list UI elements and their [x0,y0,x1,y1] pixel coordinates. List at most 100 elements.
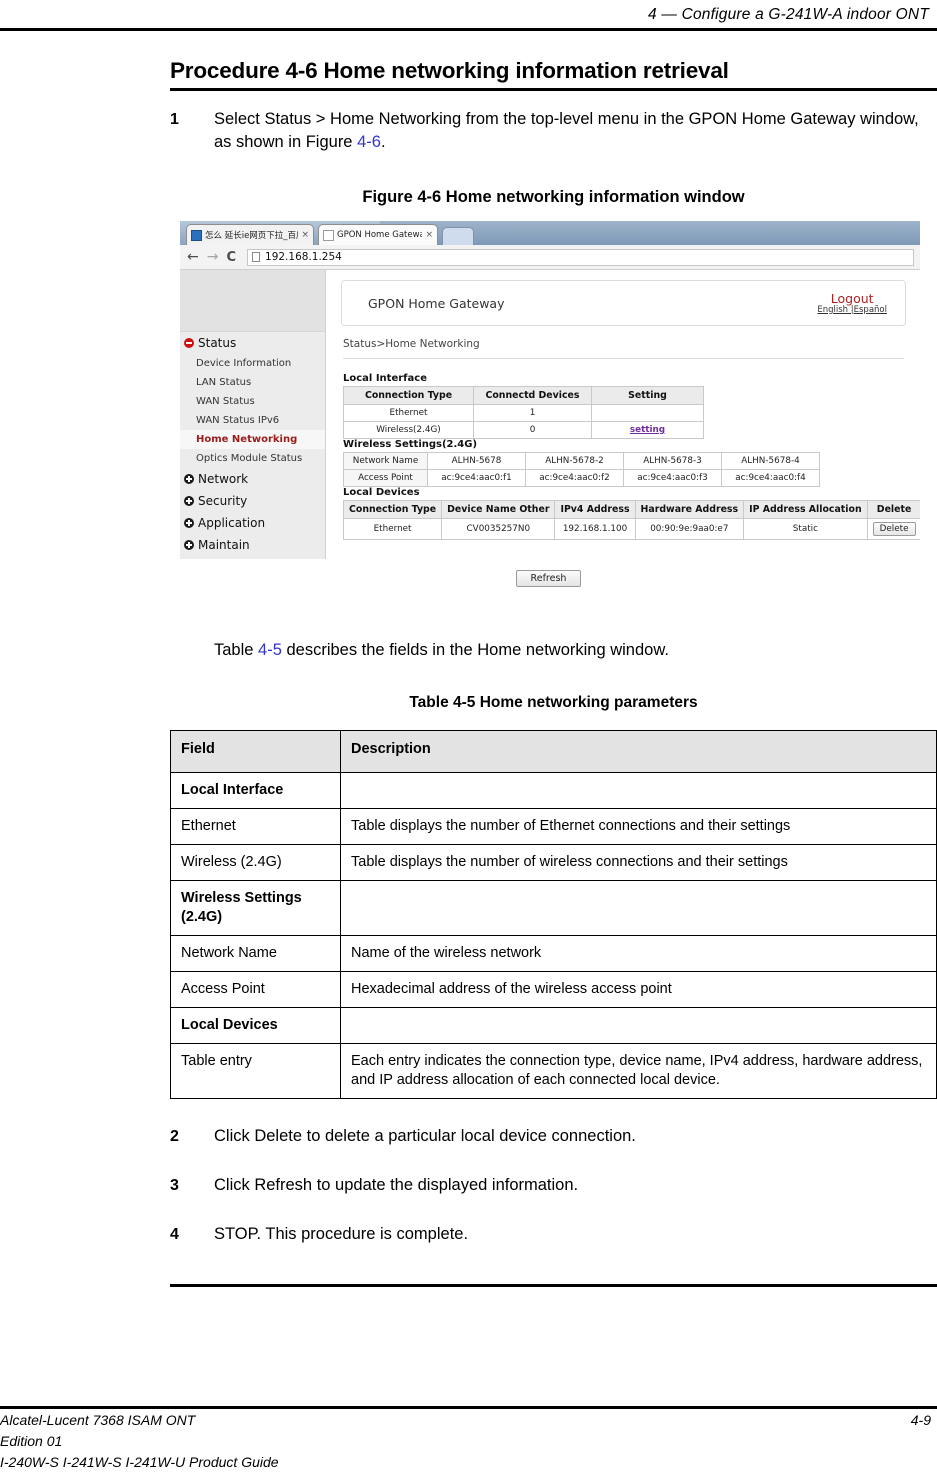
lead-after: describes the fields in the Home network… [281,641,669,659]
logout-link[interactable]: Logout [817,291,887,306]
sidebar-item-label: WAN Status [196,396,255,407]
table-row: Wireless(2.4G) 0 setting [343,421,704,439]
gateway-header-actions: Logout English |Español [817,291,891,315]
row-label-access-point: Access Point [343,469,428,487]
sidebar-item-wan-status-ipv6[interactable]: WAN Status IPv6 [180,411,325,430]
sidebar-item-application[interactable]: Application [180,512,325,534]
col-delete: Delete [866,500,920,519]
cell-field: Local Interface [170,772,341,809]
sidebar-item-label: Home Networking [196,434,298,445]
col-hardware-address: Hardware Address [634,500,745,519]
refresh-button[interactable]: Refresh [515,570,582,587]
footer-product: Alcatel-Lucent 7368 ISAM ONT [0,1412,196,1428]
sidebar-item-wan-status[interactable]: WAN Status [180,392,325,411]
sidebar-item-label: Application [198,516,266,530]
page-document-icon [252,252,261,262]
cell-ssid-2: ALHN-5678-2 [525,452,624,470]
wireless-settings-title: Wireless Settings(2.4G) [343,439,478,450]
wireless-settings-table: Network Name ALHN-5678 ALHN-5678-2 ALHN-… [343,452,820,487]
footer-rule [0,1406,937,1409]
cell-description: Name of the wireless network [340,935,937,972]
tab-close-icon[interactable]: × [425,230,433,240]
sidebar-item-maintain[interactable]: Maintain [180,534,325,556]
cell-field: Table entry [170,1043,341,1099]
table-lead-line: Table 4-5 describes the fields in the Ho… [214,641,937,660]
cell-ssid-4: ALHN-5678-4 [721,452,820,470]
running-header: 4 — Configure a G-241W-A indoor ONT [0,0,937,30]
sidebar-item-label: WAN Status IPv6 [196,415,280,426]
cell-field: Wireless Settings (2.4G) [170,880,341,936]
col-connection-type: Connection Type [343,386,474,405]
step-4-text: STOP. This procedure is complete. [214,1225,469,1243]
minus-circle-icon [184,338,194,348]
cell-setting: setting [591,421,704,439]
tab-close-icon[interactable]: × [301,230,309,240]
cell-ipv4: 192.168.1.100 [554,518,636,540]
plus-circle-icon [184,540,194,550]
page-number: 4-9 [910,1412,931,1428]
cell-description [340,880,937,936]
sidebar-item-home-networking[interactable]: Home Networking [180,430,325,449]
browser-tab-2-label: GPON Home Gateway [337,230,423,240]
row-label-network-name: Network Name [343,452,428,470]
forward-arrow-icon[interactable]: → [207,250,219,264]
new-tab-button[interactable] [442,227,474,245]
refresh-row: Refresh [341,566,906,587]
gateway-title: GPON Home Gateway [368,295,505,311]
sidebar-item-label: LAN Status [196,377,252,388]
plus-circle-icon [184,518,194,528]
cell-bssid-3: ac:9ce4:aac0:f3 [623,469,722,487]
sidebar-item-network[interactable]: Network [180,468,325,490]
back-arrow-icon[interactable]: ← [187,250,199,264]
table-row: Ethernet CV0035257N0 192.168.1.100 00:90… [342,518,920,540]
plus-circle-icon [184,496,194,506]
step-1-text-before: Select Status > Home Networking from the… [214,110,919,151]
browser-address-bar: ← → C 192.168.1.254 [180,245,920,270]
breadcrumb: Status>Home Networking [343,338,480,350]
cell-connection-type: Wireless(2.4G) [343,421,474,439]
step-4-number: 4 [170,1226,179,1243]
parameters-table: Field Description Local Interface Ethern… [170,730,937,1099]
cell-allocation: Static [743,518,868,540]
step-3-number: 3 [170,1177,179,1194]
sidebar-item-status[interactable]: Status [180,332,325,354]
step-1: 1 Select Status > Home Networking from t… [170,108,937,154]
table-row: Ethernet Table displays the number of Et… [170,808,937,845]
sidebar-item-lan-status[interactable]: LAN Status [180,373,325,392]
table-row: Ethernet 1 [343,404,704,422]
procedure-title: Procedure 4-6 Home networking informatio… [170,58,729,83]
table-row-section: Local Devices [170,1007,937,1044]
col-description: Description [340,730,937,773]
col-device-name-other: Device Name Other [441,500,556,519]
table-header-row: Connection Type Device Name Other IPv4 A… [342,500,920,519]
table-row: Access Point ac:9ce4:aac0:f1 ac:9ce4:aac… [343,469,820,487]
tab-favicon-icon [323,229,334,241]
cell-connection-type: Ethernet [342,518,443,540]
sidebar-item-optics-module-status[interactable]: Optics Module Status [180,449,325,468]
gateway-page: Status Device Information LAN Status WAN… [180,270,920,621]
language-links[interactable]: English |Español [817,305,887,315]
table-cross-reference[interactable]: 4-5 [258,641,282,659]
cell-connected-devices: 0 [473,421,592,439]
delete-button[interactable]: Delete [872,522,916,536]
reload-icon[interactable]: C [226,251,236,264]
figure-cross-reference[interactable]: 4-6 [357,133,381,151]
sidebar-item-security[interactable]: Security [180,490,325,512]
address-input[interactable]: 192.168.1.254 [247,248,914,266]
sidebar-item-label: Network [198,472,249,486]
setting-link[interactable]: setting [630,425,665,435]
cell-ssid-3: ALHN-5678-3 [623,452,722,470]
gateway-sidebar: Status Device Information LAN Status WAN… [180,270,326,559]
cell-ssid-1: ALHN-5678 [427,452,526,470]
sidebar-item-label: Maintain [198,538,250,552]
step-2-text: Click Delete to delete a particular loca… [214,1127,636,1145]
browser-tab-strip: 怎么 延长ie网页下拉_百度 × GPON Home Gateway × [180,221,920,245]
cell-connected-devices: 1 [473,404,592,422]
browser-tab-1[interactable]: 怎么 延长ie网页下拉_百度 × [186,224,314,245]
cell-device-name: CV0035257N0 [441,518,556,540]
step-2: 2 Click Delete to delete a particular lo… [170,1125,937,1148]
browser-tab-2[interactable]: GPON Home Gateway × [318,224,438,245]
table-row-section: Wireless Settings (2.4G) [170,880,937,936]
sidebar-item-device-information[interactable]: Device Information [180,354,325,373]
plus-circle-icon [184,474,194,484]
